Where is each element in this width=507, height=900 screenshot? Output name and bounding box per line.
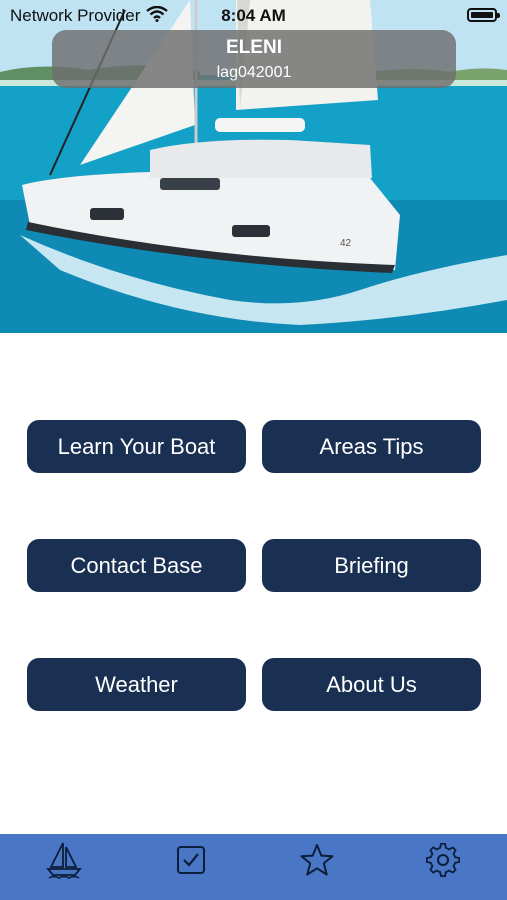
about-us-button[interactable]: About Us xyxy=(262,658,481,711)
tab-checklist[interactable] xyxy=(171,842,211,882)
tab-boat[interactable] xyxy=(44,842,84,882)
boat-name: ELENI xyxy=(226,37,282,58)
svg-text:42: 42 xyxy=(340,238,352,249)
battery-icon xyxy=(467,8,500,22)
tab-settings[interactable] xyxy=(423,842,463,882)
tab-favorites[interactable] xyxy=(297,842,337,882)
status-bar: Network Provider 8:04 AM xyxy=(0,0,507,30)
learn-your-boat-button[interactable]: Learn Your Boat xyxy=(27,420,246,473)
tab-bar xyxy=(0,834,507,900)
weather-button[interactable]: Weather xyxy=(27,658,246,711)
clock: 8:04 AM xyxy=(221,6,286,25)
sailboat-icon xyxy=(46,841,82,884)
checkbox-icon xyxy=(175,844,207,881)
boat-name-card: ELENI lag042001 xyxy=(52,30,456,88)
star-icon xyxy=(299,843,335,882)
contact-base-button[interactable]: Contact Base xyxy=(27,539,246,592)
briefing-button[interactable]: Briefing xyxy=(262,539,481,592)
areas-tips-button[interactable]: Areas Tips xyxy=(262,420,481,473)
boat-id: lag042001 xyxy=(216,64,292,81)
gear-icon xyxy=(425,842,461,882)
